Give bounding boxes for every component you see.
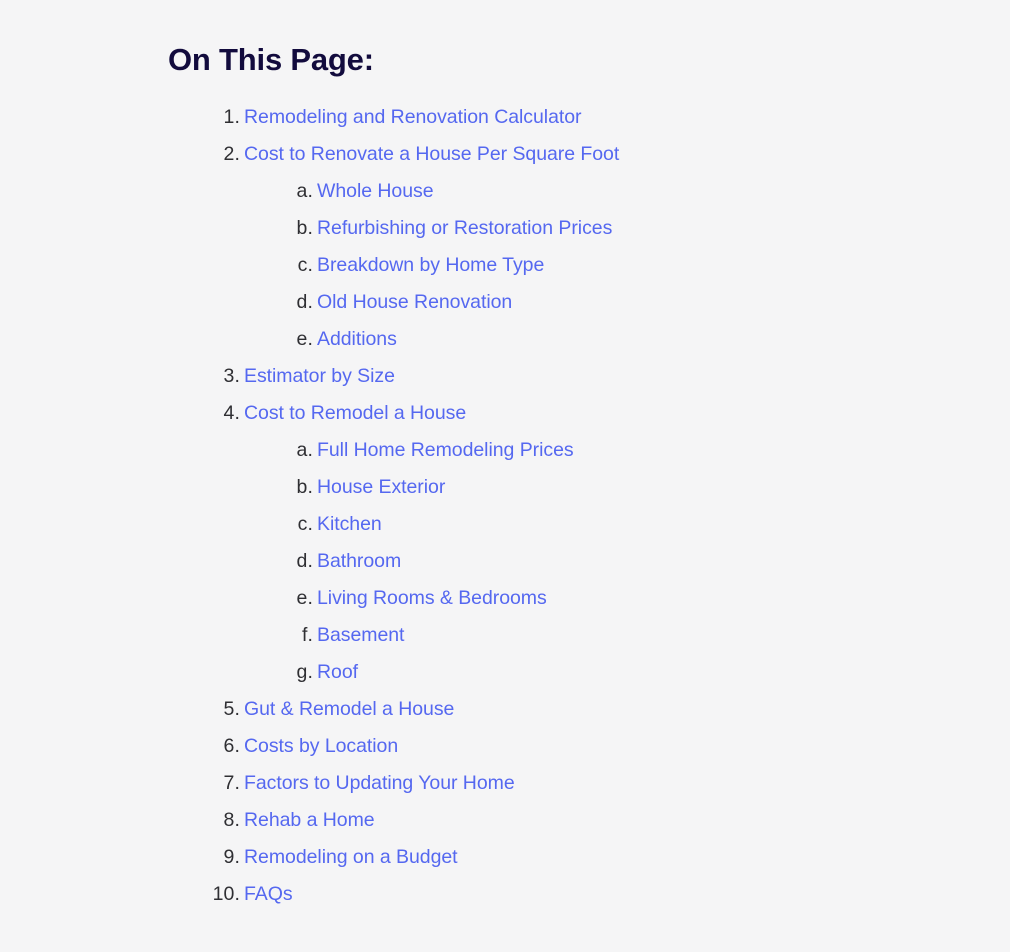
toc-item-marker: g.	[296, 661, 313, 683]
toc-link[interactable]: Living Rooms & Bedrooms	[317, 585, 547, 611]
toc-list: 1. Remodeling and Renovation Calculator 2.…	[0, 104, 1010, 918]
toc-link[interactable]: Remodeling on a Budget	[244, 844, 458, 870]
toc-link[interactable]: Basement	[317, 622, 404, 648]
toc-item: d. Old House Renovation	[0, 289, 1010, 326]
toc-item: g. Roof	[0, 659, 1010, 696]
toc-item: c. Kitchen	[0, 511, 1010, 548]
toc-item: a. Whole House	[0, 178, 1010, 215]
toc-item-marker: 2.	[223, 143, 240, 165]
toc-link[interactable]: Estimator by Size	[244, 363, 395, 389]
toc-item-marker: 9.	[223, 846, 240, 868]
toc-item: 5. Gut & Remodel a House	[0, 696, 1010, 733]
page-title: On This Page:	[168, 42, 374, 77]
toc-item: 4. Cost to Remodel a House	[0, 400, 1010, 437]
toc-link[interactable]: Kitchen	[317, 511, 382, 537]
toc-item: 10. FAQs	[0, 881, 1010, 918]
toc-link[interactable]: Factors to Updating Your Home	[244, 770, 515, 796]
toc-item-marker: 8.	[223, 809, 240, 831]
toc-item-marker: f.	[301, 624, 313, 646]
toc-link[interactable]: Refurbishing or Restoration Prices	[317, 215, 612, 241]
toc-link[interactable]: Cost to Remodel a House	[244, 400, 466, 426]
toc-link[interactable]: Bathroom	[317, 548, 401, 574]
toc-item: 1. Remodeling and Renovation Calculator	[0, 104, 1010, 141]
toc-item-marker: 6.	[223, 735, 240, 757]
toc-item-marker: a.	[296, 439, 313, 461]
toc-item: b. Refurbishing or Restoration Prices	[0, 215, 1010, 252]
toc-link[interactable]: Full Home Remodeling Prices	[317, 437, 574, 463]
toc-item: a. Full Home Remodeling Prices	[0, 437, 1010, 474]
toc-item-marker: c.	[297, 254, 313, 276]
toc-item-marker: 10.	[212, 883, 240, 905]
toc-link[interactable]: FAQs	[244, 881, 293, 907]
toc-item: c. Breakdown by Home Type	[0, 252, 1010, 289]
toc-item: b. House Exterior	[0, 474, 1010, 511]
toc-item: 3. Estimator by Size	[0, 363, 1010, 400]
toc-link[interactable]: Additions	[317, 326, 397, 352]
table-of-contents-page: On This Page: 1. Remodeling and Renovatio…	[0, 0, 1010, 952]
toc-item: e. Additions	[0, 326, 1010, 363]
toc-item-marker: 3.	[223, 365, 240, 387]
toc-item-marker: d.	[296, 291, 313, 313]
toc-item-marker: 1.	[223, 106, 240, 128]
toc-link[interactable]: Gut & Remodel a House	[244, 696, 454, 722]
toc-link[interactable]: Old House Renovation	[317, 289, 512, 315]
toc-item-marker: e.	[296, 328, 313, 350]
toc-item-marker: b.	[296, 217, 313, 239]
toc-item: 7. Factors to Updating Your Home	[0, 770, 1010, 807]
toc-item: 6. Costs by Location	[0, 733, 1010, 770]
toc-item: d. Bathroom	[0, 548, 1010, 585]
toc-link[interactable]: Whole House	[317, 178, 434, 204]
toc-link[interactable]: Remodeling and Renovation Calculator	[244, 104, 582, 130]
toc-item: f. Basement	[0, 622, 1010, 659]
toc-link[interactable]: Costs by Location	[244, 733, 398, 759]
toc-item-marker: 4.	[223, 402, 240, 424]
toc-item-marker: b.	[296, 476, 313, 498]
toc-item-marker: e.	[296, 587, 313, 609]
toc-link[interactable]: Roof	[317, 659, 358, 685]
toc-link[interactable]: Rehab a Home	[244, 807, 375, 833]
toc-item-marker: a.	[296, 180, 313, 202]
toc-item: 9. Remodeling on a Budget	[0, 844, 1010, 881]
toc-item-marker: 5.	[223, 698, 240, 720]
toc-link[interactable]: Breakdown by Home Type	[317, 252, 544, 278]
toc-link[interactable]: House Exterior	[317, 474, 445, 500]
toc-item: 8. Rehab a Home	[0, 807, 1010, 844]
toc-link[interactable]: Cost to Renovate a House Per Square Foot	[244, 141, 619, 167]
toc-item: 2. Cost to Renovate a House Per Square Fo…	[0, 141, 1010, 178]
toc-item: e. Living Rooms & Bedrooms	[0, 585, 1010, 622]
toc-item-marker: d.	[296, 550, 313, 572]
toc-item-marker: c.	[297, 513, 313, 535]
toc-item-marker: 7.	[223, 772, 240, 794]
